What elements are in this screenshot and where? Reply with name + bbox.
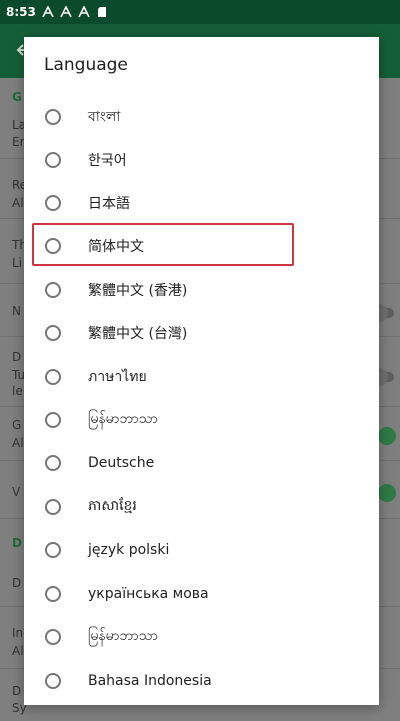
- section-header: D: [12, 536, 22, 550]
- language-option[interactable]: українська мова: [24, 572, 379, 615]
- setting-summary: Al: [12, 436, 24, 450]
- language-option[interactable]: język polski: [24, 528, 379, 571]
- setting-summary: le: [12, 384, 23, 398]
- language-label: 日本語: [88, 195, 130, 212]
- font-A-icon: [60, 6, 72, 18]
- language-option[interactable]: မြန်မာဘာသာ: [24, 398, 379, 441]
- radio-button[interactable]: [45, 151, 61, 168]
- language-option[interactable]: ភាសាខ្មែរ: [24, 485, 379, 528]
- radio-button[interactable]: [45, 585, 61, 602]
- language-dialog: Language বাংলা 한국어 日本語 简体中文 繁體中文 (香港) 繁體…: [24, 37, 379, 705]
- language-label: język polski: [88, 541, 170, 558]
- radio-button[interactable]: [45, 411, 61, 428]
- language-option[interactable]: 日本語: [24, 181, 379, 224]
- status-time: 8:53: [6, 5, 36, 19]
- radio-button[interactable]: [45, 541, 61, 558]
- language-option[interactable]: 繁體中文 (台灣): [24, 311, 379, 354]
- language-option[interactable]: မြန်မာဘာသာ: [24, 615, 379, 658]
- toggle-knob: [378, 484, 396, 502]
- language-label: বাংলা: [88, 108, 121, 125]
- language-label: Bahasa Indonesia: [88, 672, 212, 689]
- setting-title: V: [12, 485, 21, 499]
- setting-title: N: [12, 304, 21, 318]
- setting-title: D: [12, 684, 22, 698]
- radio-button[interactable]: [45, 672, 61, 689]
- setting-title: D: [12, 350, 22, 364]
- language-label: Deutsche: [88, 454, 155, 471]
- setting-summary: Al: [12, 644, 24, 658]
- setting-summary: Al: [12, 196, 24, 210]
- section-header: G: [12, 90, 22, 104]
- language-label: ภาษาไทย: [88, 368, 147, 385]
- language-option[interactable]: Bahasa Indonesia: [24, 659, 379, 702]
- language-option[interactable]: 繁體中文 (香港): [24, 268, 379, 311]
- radio-button[interactable]: [45, 108, 61, 125]
- radio-button[interactable]: [45, 194, 61, 211]
- language-label: 繁體中文 (台灣): [88, 325, 188, 342]
- language-option[interactable]: Deutsche: [24, 441, 379, 484]
- language-label: မြန်မာဘာသာ: [88, 411, 158, 427]
- language-label: 한국어: [88, 152, 127, 169]
- radio-button[interactable]: [45, 498, 61, 515]
- setting-summary: Er: [12, 135, 25, 149]
- language-options-list: বাংলা 한국어 日本語 简体中文 繁體中文 (香港) 繁體中文 (台灣) ภ…: [24, 95, 379, 705]
- font-A-icon: [78, 6, 90, 18]
- radio-button[interactable]: [45, 281, 61, 298]
- font-A-icon: [42, 6, 54, 18]
- toggle-knob: [378, 427, 396, 445]
- language-label: українська мова: [88, 585, 209, 602]
- language-option[interactable]: ภาษาไทย: [24, 355, 379, 398]
- status-bar: 8:53: [0, 0, 400, 24]
- language-option[interactable]: 한국어: [24, 138, 379, 181]
- dialog-title: Language: [44, 55, 128, 75]
- sim-icon: [96, 6, 108, 18]
- radio-button[interactable]: [45, 368, 61, 385]
- language-label: ភាសាខ្មែរ: [88, 498, 137, 514]
- language-option[interactable]: বাংলা: [24, 95, 379, 138]
- selection-highlight-box: [32, 223, 294, 266]
- radio-button[interactable]: [45, 628, 61, 645]
- setting-title: In: [12, 626, 24, 640]
- language-label: 繁體中文 (香港): [88, 282, 188, 299]
- radio-button[interactable]: [45, 454, 61, 471]
- setting-summary: Li: [12, 256, 23, 270]
- setting-title: G: [12, 418, 22, 432]
- radio-button[interactable]: [45, 324, 61, 341]
- language-label: မြန်မာဘာသာ: [88, 628, 158, 644]
- setting-title: D: [12, 576, 22, 590]
